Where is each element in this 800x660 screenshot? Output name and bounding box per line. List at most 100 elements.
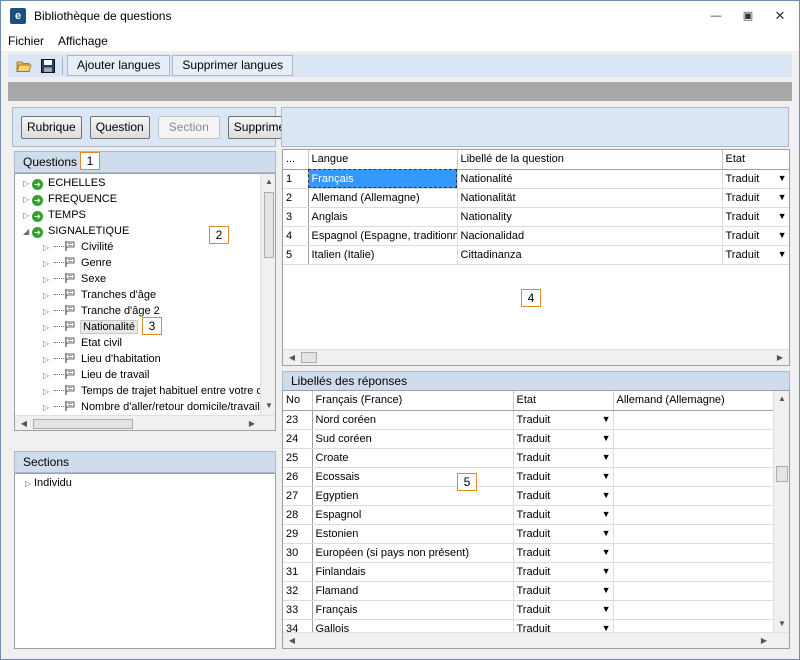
dropdown-arrow-icon[interactable]: ▼ bbox=[602, 471, 611, 481]
sections-tree[interactable]: ▷ Individu bbox=[14, 473, 276, 649]
expand-icon[interactable]: ▷ bbox=[43, 352, 52, 368]
answer-text-cell[interactable]: Croate bbox=[312, 448, 514, 468]
expand-icon[interactable]: ▷ bbox=[43, 272, 52, 288]
remove-languages-button[interactable]: Supprimer langues bbox=[172, 55, 294, 76]
answers-vscroll[interactable]: ▲ ▼ bbox=[773, 391, 789, 632]
german-cell[interactable] bbox=[613, 581, 774, 601]
tree-item-signaletique[interactable]: ◢ ➜ SIGNALETIQUE bbox=[23, 223, 129, 239]
state-cell[interactable]: Traduit ▼ bbox=[722, 188, 789, 208]
question-label-cell[interactable]: Cittadinanza bbox=[457, 245, 723, 265]
answer-text-cell[interactable]: Finlandais bbox=[312, 562, 514, 582]
state-cell[interactable]: Traduit ▼ bbox=[513, 429, 614, 449]
maximize-icon[interactable]: ▣ bbox=[741, 10, 755, 22]
language-cell[interactable]: Français bbox=[308, 169, 458, 189]
tree-item-question[interactable]: ▷ Nationalité bbox=[43, 319, 138, 336]
scroll-down-icon[interactable]: ▼ bbox=[262, 401, 275, 410]
german-cell[interactable] bbox=[613, 600, 774, 620]
dropdown-arrow-icon[interactable]: ▼ bbox=[602, 623, 611, 633]
german-cell[interactable] bbox=[613, 448, 774, 468]
question-button[interactable]: Question bbox=[89, 115, 150, 139]
scroll-right-icon[interactable]: ▶ bbox=[245, 419, 259, 428]
tree-item-question[interactable]: ▷ Etat civil bbox=[43, 335, 122, 351]
dropdown-arrow-icon[interactable]: ▼ bbox=[602, 509, 611, 519]
table-row[interactable]: 24 Sud coréen Traduit ▼ bbox=[283, 429, 774, 449]
labels-hscroll[interactable]: ◀ ▶ bbox=[283, 349, 789, 365]
table-row[interactable]: 32 Flamand Traduit ▼ bbox=[283, 581, 774, 601]
scroll-left-icon[interactable]: ◀ bbox=[285, 636, 299, 645]
questions-vscroll-thumb[interactable] bbox=[264, 192, 274, 258]
expand-icon[interactable]: ▷ bbox=[43, 240, 52, 256]
tree-item-echelles[interactable]: ▷ ➜ ECHELLES bbox=[23, 175, 105, 191]
table-row[interactable]: 33 Français Traduit ▼ bbox=[283, 600, 774, 620]
expand-icon[interactable]: ▷ bbox=[43, 256, 52, 272]
labels-col-header[interactable]: Libellé de la question bbox=[457, 150, 723, 170]
tree-item-question[interactable]: ▷ Sexe bbox=[43, 271, 106, 287]
add-languages-button[interactable]: Ajouter langues bbox=[67, 55, 171, 76]
state-cell[interactable]: Traduit ▼ bbox=[722, 245, 789, 265]
answers-grid[interactable]: No Français (France) Etat Allemand (Allemag… bbox=[282, 390, 790, 649]
question-labels-grid[interactable]: ... Langue Libellé de la question Etat 1 Fra… bbox=[282, 149, 790, 366]
state-cell[interactable]: Traduit ▼ bbox=[513, 486, 614, 506]
save-icon[interactable] bbox=[40, 58, 56, 74]
table-row[interactable]: 31 Finlandais Traduit ▼ bbox=[283, 562, 774, 582]
german-cell[interactable] bbox=[613, 467, 774, 487]
questions-hscroll-thumb[interactable] bbox=[33, 419, 133, 429]
answers-col-header[interactable]: Français (France) bbox=[312, 391, 514, 411]
answer-text-cell[interactable]: Sud coréen bbox=[312, 429, 514, 449]
dropdown-arrow-icon[interactable]: ▼ bbox=[602, 528, 611, 538]
state-cell[interactable]: Traduit ▼ bbox=[513, 467, 614, 487]
dropdown-arrow-icon[interactable]: ▼ bbox=[778, 192, 787, 202]
language-cell[interactable]: Espagnol (Espagne, traditionnel) bbox=[308, 226, 458, 246]
table-row[interactable]: 5 Italien (Italie) Cittadinanza Traduit ▼ bbox=[283, 245, 789, 265]
expand-icon[interactable]: ▷ bbox=[43, 368, 52, 384]
menu-affichage[interactable]: Affichage bbox=[51, 34, 115, 48]
state-cell[interactable]: Traduit ▼ bbox=[513, 581, 614, 601]
labels-hscroll-thumb[interactable] bbox=[301, 352, 317, 363]
dropdown-arrow-icon[interactable]: ▼ bbox=[778, 249, 787, 259]
language-cell[interactable]: Italien (Italie) bbox=[308, 245, 458, 265]
labels-col-header[interactable]: Langue bbox=[308, 150, 458, 170]
expand-icon[interactable]: ▷ bbox=[25, 476, 34, 492]
state-cell[interactable]: Traduit ▼ bbox=[513, 524, 614, 544]
question-label-cell[interactable]: Nationalität bbox=[457, 188, 723, 208]
german-cell[interactable] bbox=[613, 562, 774, 582]
tree-item-question[interactable]: ▷ Lieu d'habitation bbox=[43, 351, 161, 367]
answers-col-header[interactable]: No bbox=[283, 391, 313, 411]
table-row[interactable]: 3 Anglais Nationality Traduit ▼ bbox=[283, 207, 789, 227]
answers-hscroll[interactable]: ◀ ▶ bbox=[283, 632, 789, 648]
answer-text-cell[interactable]: Ecossais bbox=[312, 467, 514, 487]
tree-item-question[interactable]: ▷ Tranches d'âge bbox=[43, 287, 156, 303]
table-row[interactable]: 23 Nord coréen Traduit ▼ bbox=[283, 410, 774, 430]
language-cell[interactable]: Allemand (Allemagne) bbox=[308, 188, 458, 208]
expand-icon[interactable]: ▷ bbox=[43, 304, 52, 320]
collapse-icon[interactable]: ◢ bbox=[23, 224, 32, 240]
table-row[interactable]: 27 Egyptien Traduit ▼ bbox=[283, 486, 774, 506]
state-cell[interactable]: Traduit ▼ bbox=[513, 410, 614, 430]
questions-vscroll[interactable]: ▲ ▼ bbox=[260, 174, 275, 415]
answer-text-cell[interactable]: Egyptien bbox=[312, 486, 514, 506]
dropdown-arrow-icon[interactable]: ▼ bbox=[602, 604, 611, 614]
tree-item-question[interactable]: ▷ Lieu de travail bbox=[43, 367, 150, 383]
labels-col-header[interactable]: ... bbox=[283, 150, 309, 170]
open-folder-icon[interactable] bbox=[16, 58, 32, 74]
answer-text-cell[interactable]: Estonien bbox=[312, 524, 514, 544]
tree-item-frequence[interactable]: ▷ ➜ FREQUENCE bbox=[23, 191, 117, 207]
dropdown-arrow-icon[interactable]: ▼ bbox=[602, 490, 611, 500]
state-cell[interactable]: Traduit ▼ bbox=[513, 448, 614, 468]
expand-icon[interactable]: ▷ bbox=[43, 336, 52, 352]
dropdown-arrow-icon[interactable]: ▼ bbox=[778, 211, 787, 221]
state-cell[interactable]: Traduit ▼ bbox=[722, 226, 789, 246]
dropdown-arrow-icon[interactable]: ▼ bbox=[778, 230, 787, 240]
answers-vscroll-thumb[interactable] bbox=[776, 466, 788, 482]
expand-icon[interactable]: ▷ bbox=[43, 320, 52, 336]
question-label-cell[interactable]: Nationalité bbox=[457, 169, 723, 189]
minimize-icon[interactable]: — bbox=[709, 10, 723, 22]
tree-item-question[interactable]: ▷ Nombre d'aller/retour domicile/travail … bbox=[43, 399, 269, 415]
table-row[interactable]: 2 Allemand (Allemagne) Nationalität Traduit… bbox=[283, 188, 789, 208]
dropdown-arrow-icon[interactable]: ▼ bbox=[602, 585, 611, 595]
tree-item-question[interactable]: ▷ Civilité bbox=[43, 239, 113, 255]
rubrique-button[interactable]: Rubrique bbox=[21, 115, 82, 139]
expand-icon[interactable]: ▷ bbox=[23, 208, 32, 224]
dropdown-arrow-icon[interactable]: ▼ bbox=[602, 547, 611, 557]
table-row[interactable]: 26 Ecossais Traduit ▼ bbox=[283, 467, 774, 487]
